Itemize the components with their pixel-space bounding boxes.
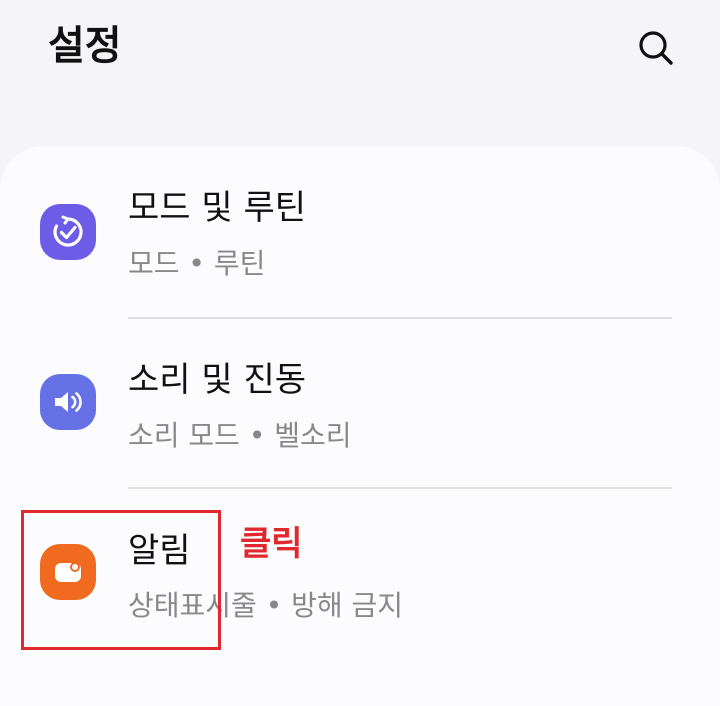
search-button[interactable] [628, 20, 684, 76]
app-header: 설정 [0, 0, 720, 110]
click-highlight-box [21, 510, 221, 650]
item-title: 모드 및 루틴 [128, 188, 307, 228]
item-subtitle: 모드 • 루틴 [128, 247, 266, 280]
search-icon [639, 31, 673, 65]
page-title: 설정 [48, 23, 122, 69]
settings-item-modes-routines[interactable]: 모드 및 루틴 모드 • 루틴 [0, 146, 720, 316]
item-subtitle: 소리 모드 • 벨소리 [128, 419, 352, 452]
click-annotation-label: 클릭 [240, 524, 303, 564]
modes-routines-icon [40, 204, 96, 260]
settings-item-sound-vibration[interactable]: 소리 및 진동 소리 모드 • 벨소리 [0, 319, 720, 489]
speaker-icon [40, 374, 96, 430]
item-title: 소리 및 진동 [128, 360, 307, 400]
